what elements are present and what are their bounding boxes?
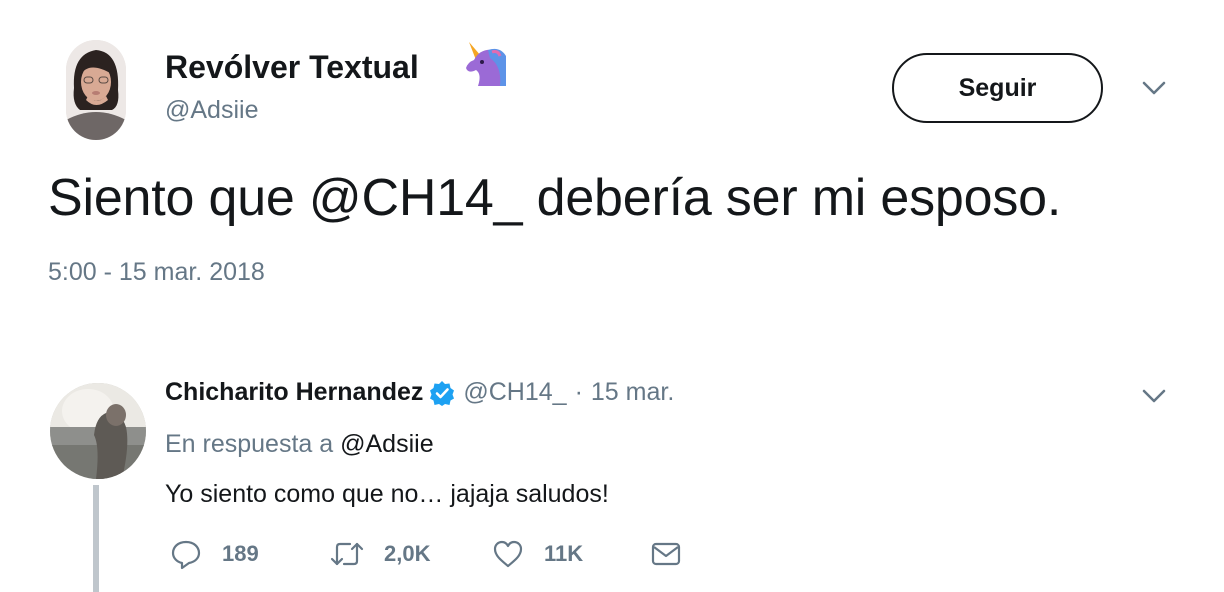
tweet-page: Revólver Textual @Adsiie Seguir Siento q… xyxy=(0,0,1224,592)
envelope-icon xyxy=(651,542,681,566)
direct-message-button[interactable] xyxy=(650,538,682,570)
reply-count: 189 xyxy=(222,541,259,566)
unicorn-icon xyxy=(466,42,506,86)
retweet-icon xyxy=(330,542,364,566)
retweet-count: 2,0K xyxy=(384,541,431,566)
thread-line xyxy=(93,485,99,592)
verified-badge-icon xyxy=(430,380,455,406)
reply-avatar-image xyxy=(50,383,146,479)
chevron-down-icon[interactable] xyxy=(1140,386,1168,406)
in-reply-prefix: En respuesta a xyxy=(165,430,334,458)
author-avatar-image xyxy=(66,40,126,140)
retweet-action-button[interactable]: 2,0K xyxy=(330,538,430,570)
reply-author-avatar[interactable] xyxy=(50,383,146,479)
reply-text: Yo siento como que no… jajaja saludos! xyxy=(165,480,609,508)
like-action-button[interactable]: 11K xyxy=(492,538,583,570)
reply-date[interactable]: 15 mar. xyxy=(591,378,674,407)
author-handle[interactable]: @Adsiie xyxy=(165,96,258,125)
in-reply-handle-link[interactable]: @Adsiie xyxy=(340,430,433,458)
follow-button[interactable]: Seguir xyxy=(892,53,1103,123)
tweet-text: Siento que @CH14_ debería ser mi esposo. xyxy=(48,169,1062,227)
chevron-down-icon[interactable] xyxy=(1140,78,1168,98)
in-reply-to: En respuesta a @Adsiie xyxy=(165,430,434,459)
like-count: 11K xyxy=(544,541,584,566)
heart-icon xyxy=(493,540,523,568)
reply-action-button[interactable]: 189 xyxy=(170,538,259,570)
reply-author-display-name[interactable]: Chicharito Hernandez xyxy=(165,378,423,407)
reply-author-handle[interactable]: @CH14_ xyxy=(463,378,566,407)
author-avatar[interactable] xyxy=(66,40,126,140)
reply-icon xyxy=(171,540,201,570)
reply-header: Chicharito Hernandez @CH14_ · 15 mar. xyxy=(165,378,674,407)
tweet-timestamp[interactable]: 5:00 - 15 mar. 2018 xyxy=(48,258,265,287)
author-display-name[interactable]: Revólver Textual xyxy=(165,49,419,86)
separator-dot: · xyxy=(574,378,583,406)
